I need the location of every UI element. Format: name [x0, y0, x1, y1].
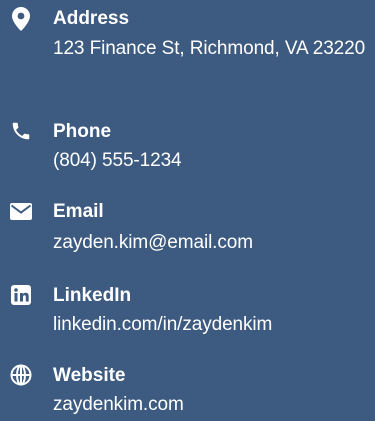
address-value: 123 Finance St, Richmond, VA 23220 [53, 38, 366, 59]
phone-link[interactable]: (804) 555-1234 [53, 146, 371, 176]
address-label: Address [53, 8, 130, 29]
linkedin-link[interactable]: linkedin.com/in/zaydenkim [53, 310, 371, 340]
email-link[interactable]: zayden.kim@email.com [53, 228, 371, 258]
email-label: Email [53, 201, 104, 222]
contact-info-list: Address 123 Finance St, Richmond, VA 232… [0, 0, 375, 421]
phone-label: Phone [53, 121, 112, 142]
linkedin-label: LinkedIn [53, 285, 132, 306]
linkedin-icon [8, 282, 34, 308]
map-marker-icon [8, 6, 34, 32]
globe-icon [8, 362, 34, 388]
website-label: Website [53, 365, 126, 386]
envelope-icon [8, 198, 34, 224]
website-link[interactable]: zaydenkim.com [53, 390, 371, 420]
phone-icon [8, 118, 34, 144]
